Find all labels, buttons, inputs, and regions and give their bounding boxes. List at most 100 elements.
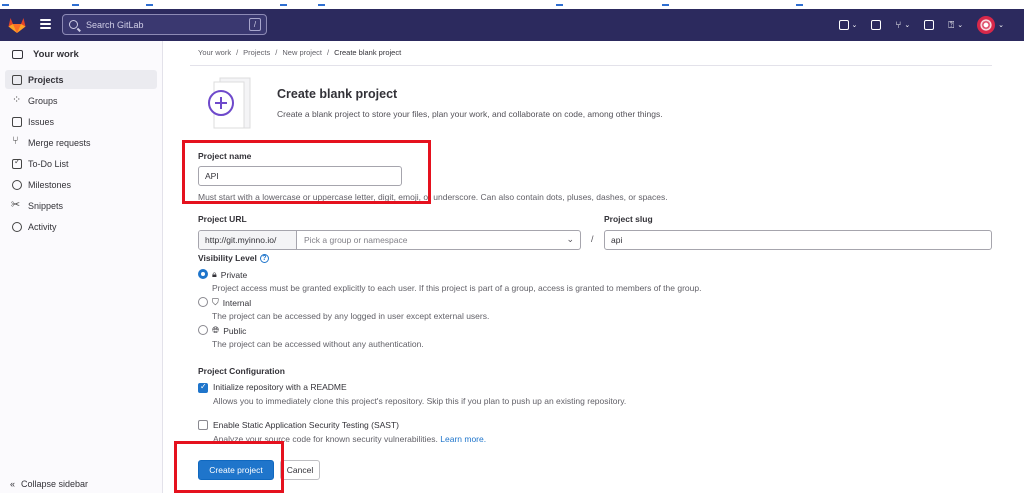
breadcrumb-item[interactable]: Your work (198, 48, 231, 57)
collapse-sidebar-label: Collapse sidebar (21, 479, 89, 489)
project-url-group: http://git.myinno.io/ Pick a group or na… (198, 230, 581, 250)
page-title: Create blank project (277, 87, 398, 101)
visibility-level-text: Visibility Level (198, 253, 257, 263)
issues-button[interactable] (871, 20, 882, 30)
chevron-down-icon: ⌄ (957, 22, 964, 29)
project-slug-input[interactable]: api (604, 230, 992, 250)
plus-square-icon (838, 20, 849, 30)
sidebar-item-todo-list[interactable]: To-Do List (5, 154, 157, 173)
sidebar-item-activity[interactable]: Activity (5, 217, 157, 236)
breadcrumb-current: Create blank project (334, 48, 402, 57)
browser-tab-strip (0, 0, 1024, 9)
project-configuration-label: Project Configuration (198, 366, 285, 376)
visibility-private-label: Private (220, 269, 248, 280)
visibility-public-label: Public (223, 325, 247, 336)
initialize-readme-checkbox[interactable] (198, 382, 208, 393)
collapse-sidebar-button[interactable]: « Collapse sidebar (10, 479, 88, 489)
visibility-public-option[interactable]: 🌐︎ Public (212, 325, 246, 336)
merge-requests-button[interactable]: ⑂ ⌄ (895, 20, 910, 31)
clock-icon (12, 179, 22, 190)
visibility-level-label: Visibility Level ? (198, 253, 269, 263)
sidebar-item-label: Merge requests (28, 137, 91, 148)
search-placeholder: Search GitLab (86, 19, 144, 30)
namespace-select[interactable]: Pick a group or namespace ⌄ (297, 231, 580, 249)
sidebar-header-label: Your work (33, 49, 79, 60)
learn-more-link[interactable]: Learn more. (440, 434, 486, 444)
chevron-down-icon: ⌄ (998, 22, 1004, 29)
cancel-button[interactable]: Cancel (280, 460, 320, 480)
breadcrumb: Your work / Projects / New project / Create… (198, 48, 401, 57)
sidebar: Your work Projects Groups Issues Merge r… (0, 41, 163, 493)
sidebar-item-merge-requests[interactable]: Merge requests (5, 133, 157, 152)
merge-request-icon: ⑂ (895, 19, 902, 31)
breadcrumb-separator: / (236, 48, 239, 57)
sidebar-item-snippets[interactable]: Snippets (5, 196, 157, 215)
help-button[interactable]: ⍰ ⌄ (948, 20, 963, 31)
sidebar-item-issues[interactable]: Issues (5, 112, 157, 131)
globe-icon: 🌐︎ (212, 325, 220, 335)
gitlab-logo-icon[interactable] (8, 17, 26, 33)
user-menu-button[interactable]: ⌄ (977, 16, 1004, 34)
visibility-internal-label: Internal (222, 297, 252, 308)
chevron-down-icon: ⌄ (851, 22, 858, 29)
breadcrumb-separator: / (275, 48, 278, 57)
breadcrumb-divider (190, 65, 992, 66)
initialize-readme-label[interactable]: Initialize repository with a README (213, 382, 347, 392)
menu-icon[interactable] (40, 19, 51, 29)
project-url-prefix: http://git.myinno.io/ (199, 231, 297, 249)
merge-request-icon (12, 135, 22, 148)
visibility-internal-option[interactable]: ⛉ Internal (212, 297, 251, 308)
url-separator: / (591, 234, 594, 244)
todo-icon (12, 157, 22, 169)
sidebar-item-label: Groups (28, 95, 58, 106)
sidebar-item-groups[interactable]: Groups (5, 91, 157, 110)
namespace-placeholder: Pick a group or namespace (304, 235, 408, 245)
visibility-private-radio[interactable] (198, 269, 208, 279)
help-icon: ⍰ (948, 19, 955, 31)
navbar-actions: ⌄ ⑂ ⌄ ⍰ ⌄ ⌄ (838, 16, 1004, 34)
issues-icon (871, 20, 882, 30)
breadcrumb-item[interactable]: Projects (243, 48, 270, 57)
issues-icon (12, 116, 22, 127)
lock-icon: 🔒︎ (212, 269, 217, 279)
visibility-internal-radio[interactable] (198, 297, 208, 307)
project-icon (12, 74, 22, 85)
breadcrumb-item[interactable]: New project (282, 48, 322, 57)
breadcrumb-separator: / (326, 48, 330, 57)
briefcase-icon (12, 50, 23, 59)
sidebar-item-label: Milestones (28, 179, 72, 190)
visibility-private-option[interactable]: 🔒︎ Private (212, 269, 247, 280)
initialize-readme-description: Allows you to immediately clone this pro… (213, 396, 627, 406)
blank-project-illustration (208, 77, 251, 129)
sidebar-item-milestones[interactable]: Milestones (5, 175, 157, 194)
group-icon (12, 93, 22, 106)
top-navbar: Search GitLab / ⌄ ⑂ ⌄ ⍰ ⌄ ⌄ (0, 9, 1024, 41)
enable-sast-label[interactable]: Enable Static Application Security Testi… (213, 420, 399, 430)
visibility-public-radio[interactable] (198, 325, 208, 335)
avatar (977, 16, 996, 34)
visibility-internal-description: The project can be accessed by any logge… (212, 311, 490, 321)
search-shortcut-badge: / (249, 18, 261, 31)
double-chevron-left-icon: « (10, 479, 16, 489)
search-input[interactable]: Search GitLab / (62, 14, 267, 35)
search-icon (69, 20, 78, 29)
activity-icon (12, 221, 22, 232)
help-icon[interactable]: ? (259, 253, 269, 263)
annotation-highlight-box (182, 140, 431, 204)
sidebar-header: Your work (12, 49, 79, 60)
visibility-public-description: The project can be accessed without any … (212, 339, 424, 349)
page-subtitle: Create a blank project to store your fil… (277, 109, 663, 119)
sidebar-item-projects[interactable]: Projects (5, 70, 157, 89)
snippet-icon (11, 198, 22, 211)
enable-sast-checkbox[interactable] (198, 420, 208, 430)
visibility-private-description: Project access must be granted explicitl… (212, 283, 702, 293)
todo-icon (924, 20, 935, 30)
sidebar-item-label: Snippets (28, 200, 64, 211)
todos-button[interactable] (924, 20, 935, 30)
sidebar-item-label: To-Do List (28, 158, 69, 169)
chevron-down-icon: ⌄ (904, 22, 911, 29)
sidebar-item-label: Projects (28, 74, 64, 85)
sidebar-item-label: Issues (28, 116, 55, 127)
chevron-down-icon: ⌄ (566, 234, 574, 244)
new-menu-button[interactable]: ⌄ (838, 20, 858, 30)
